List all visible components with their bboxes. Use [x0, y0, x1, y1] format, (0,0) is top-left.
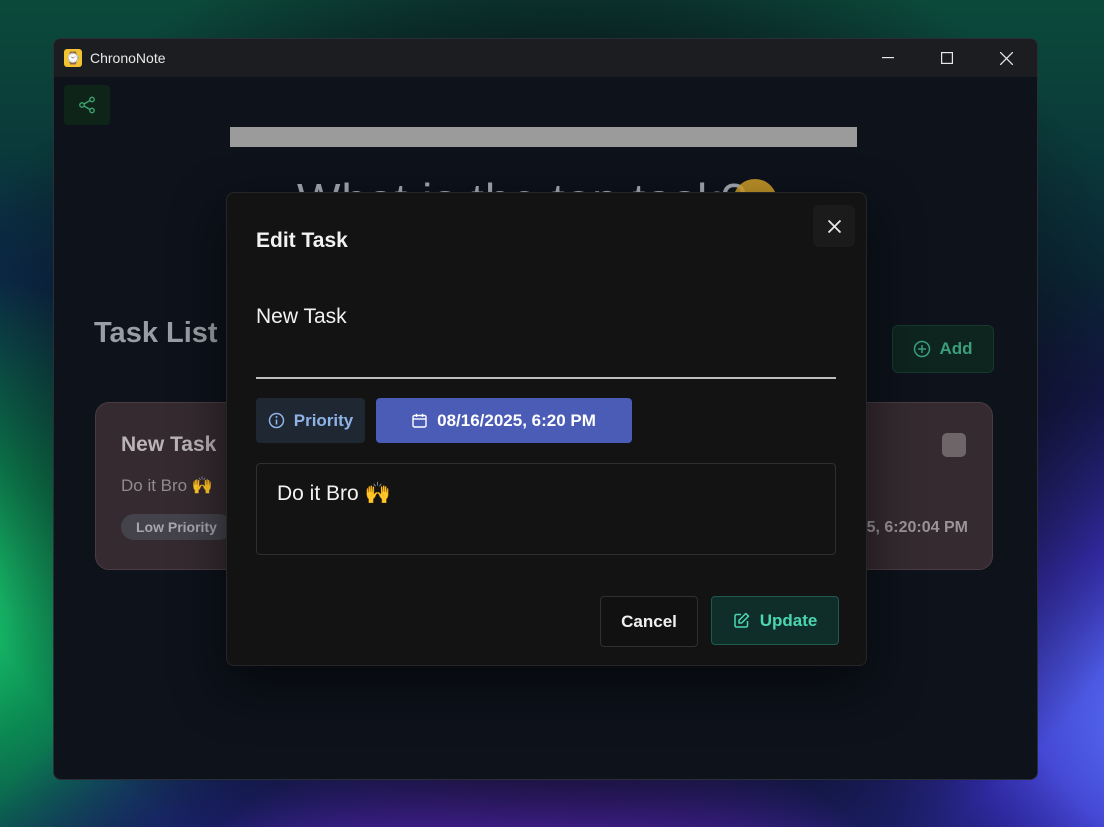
cancel-button[interactable]: Cancel: [600, 596, 698, 647]
priority-label: Priority: [293, 410, 354, 430]
calendar-icon: [412, 413, 427, 428]
task-list-title: Task List: [94, 317, 218, 349]
minimize-button[interactable]: [865, 39, 911, 77]
info-icon: [268, 412, 284, 429]
task-name-input[interactable]: New Task: [256, 293, 836, 379]
window-close-button[interactable]: [983, 39, 1029, 77]
task-card-timestamp: 5, 6:20:04 PM: [866, 519, 968, 536]
plus-circle-icon: [914, 340, 931, 358]
priority-button[interactable]: Priority: [256, 398, 365, 443]
add-button-label: Add: [939, 339, 973, 358]
due-date-label: 08/16/2025, 6:20 PM: [437, 410, 596, 430]
task-description-input[interactable]: Do it Bro 🙌: [256, 463, 836, 555]
priority-badge: Low Priority: [121, 514, 232, 540]
maximize-button[interactable]: [924, 39, 970, 77]
add-task-button[interactable]: Add: [892, 325, 994, 373]
maximize-icon: [941, 52, 953, 64]
minimize-icon: [882, 57, 894, 59]
dialog-title: Edit Task: [256, 229, 348, 252]
share-icon: [79, 96, 95, 114]
close-icon: [827, 219, 841, 233]
update-label: Update: [759, 610, 818, 630]
update-button[interactable]: Update: [711, 596, 839, 645]
title-bar: ⌚ ChronoNote: [54, 39, 1037, 77]
task-card-description: Do it Bro 🙌: [121, 476, 214, 495]
dialog-close-button[interactable]: [813, 205, 855, 247]
task-card-title: New Task: [121, 433, 217, 456]
edit-icon: [733, 612, 749, 628]
loading-bar: [230, 127, 857, 147]
task-complete-checkbox[interactable]: [942, 433, 966, 457]
app-logo-icon: ⌚: [64, 49, 82, 67]
share-button[interactable]: [64, 85, 110, 125]
close-icon: [999, 51, 1013, 65]
app-title: ChronoNote: [90, 50, 166, 66]
edit-task-dialog: Edit Task New Task Priority 08/16/2025, …: [226, 192, 867, 666]
due-date-button[interactable]: 08/16/2025, 6:20 PM: [376, 398, 632, 443]
